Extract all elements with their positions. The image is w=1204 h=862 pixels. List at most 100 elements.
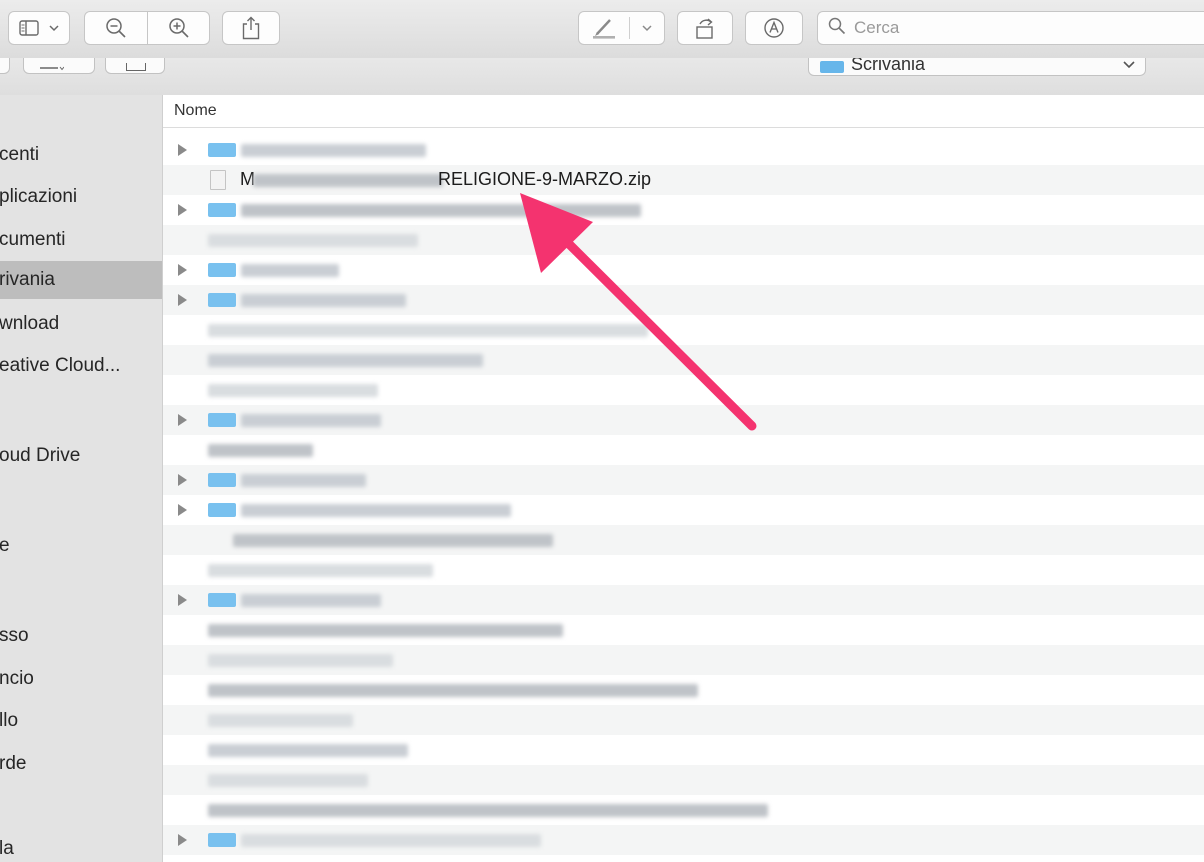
list-item[interactable] xyxy=(163,585,1204,615)
sidebar: centi plicazioni cumenti rivania wnload … xyxy=(0,95,163,862)
list-item-zip[interactable]: M RELIGIONE-9-MARZO.zip xyxy=(163,165,1204,195)
file-list: Nome M RELIGIONE-9-MARZO.zip xyxy=(163,95,1204,862)
sidebar-item-label: rivania xyxy=(0,269,55,290)
list-item[interactable] xyxy=(163,315,1204,345)
redacted-name xyxy=(208,804,768,817)
disclosure-triangle-icon[interactable] xyxy=(178,414,187,426)
zoom-in-icon xyxy=(168,17,190,39)
redacted-name xyxy=(208,774,368,787)
view-options-button[interactable] xyxy=(0,58,10,74)
disclosure-triangle-icon[interactable] xyxy=(178,144,187,156)
markup-button[interactable] xyxy=(745,11,803,45)
zoom-out-icon xyxy=(105,17,127,39)
list-item[interactable] xyxy=(163,645,1204,675)
list-item[interactable] xyxy=(163,435,1204,465)
rotate-button[interactable] xyxy=(677,11,733,45)
group-button[interactable] xyxy=(23,58,95,74)
disclosure-triangle-icon[interactable] xyxy=(178,504,187,516)
redacted-name xyxy=(208,564,433,577)
list-item[interactable] xyxy=(163,615,1204,645)
redacted-name xyxy=(241,204,641,217)
chevron-down-icon xyxy=(642,24,652,32)
list-icon xyxy=(40,61,65,79)
list-item[interactable] xyxy=(163,405,1204,435)
list-item[interactable] xyxy=(163,345,1204,375)
sidebar-item-applicazioni[interactable]: plicazioni xyxy=(0,178,162,216)
list-item[interactable] xyxy=(163,795,1204,825)
location-label: Scrivania xyxy=(851,58,926,74)
list-item[interactable] xyxy=(163,525,1204,555)
list-item[interactable] xyxy=(163,555,1204,585)
highlighter-icon xyxy=(591,17,617,39)
markup-icon xyxy=(763,17,785,39)
list-item[interactable] xyxy=(163,735,1204,765)
redacted-name xyxy=(208,354,483,367)
column-header-name[interactable]: Nome xyxy=(163,95,1204,128)
sidebar-item-creative-cloud[interactable]: eative Cloud... xyxy=(0,347,162,385)
folder-icon xyxy=(208,473,236,487)
list-item[interactable] xyxy=(163,465,1204,495)
sidebar-item-tag[interactable]: llo xyxy=(0,702,162,740)
redacted-name xyxy=(208,324,648,337)
location-popup[interactable]: Scrivania xyxy=(808,58,1146,76)
action-button[interactable] xyxy=(105,58,165,74)
sidebar-item-label: sso xyxy=(0,625,29,646)
redacted-name xyxy=(233,534,553,547)
sidebar-item-download[interactable]: wnload xyxy=(0,305,162,343)
sidebar-item-scrivania[interactable]: rivania xyxy=(0,261,162,299)
redacted-name xyxy=(208,234,418,247)
disclosure-triangle-icon[interactable] xyxy=(178,294,187,306)
sidebar-item-label: centi xyxy=(0,144,40,165)
sidebar-item-label: rde xyxy=(0,753,27,774)
disclosure-triangle-icon[interactable] xyxy=(178,264,187,276)
toolbar xyxy=(0,0,1204,59)
highlight-button[interactable] xyxy=(578,11,665,45)
sidebar-item-documenti[interactable]: cumenti xyxy=(0,221,162,259)
list-item[interactable] xyxy=(163,705,1204,735)
redacted-name xyxy=(241,594,381,607)
list-item[interactable] xyxy=(163,225,1204,255)
sidebar-item-label: oud Drive xyxy=(0,445,81,466)
share-button[interactable] xyxy=(222,11,280,45)
sidebar-icon xyxy=(19,20,39,36)
redacted-name xyxy=(208,444,313,457)
sidebar-item-recenti[interactable]: centi xyxy=(0,136,162,174)
folder-icon xyxy=(820,61,844,73)
list-item[interactable] xyxy=(163,135,1204,165)
sidebar-item-tag[interactable]: la xyxy=(0,830,162,862)
list-item[interactable] xyxy=(163,495,1204,525)
redacted-name xyxy=(241,474,366,487)
sidebar-item-label: llo xyxy=(0,710,19,731)
redacted-name xyxy=(241,414,381,427)
finder-toolbar-strip: Scrivania xyxy=(0,58,1204,96)
folder-icon xyxy=(208,593,236,607)
search-field[interactable] xyxy=(817,11,1204,45)
sidebar-item-tag[interactable]: ncio xyxy=(0,660,162,698)
sidebar-item-tag[interactable]: rde xyxy=(0,745,162,783)
sidebar-item-label: plicazioni xyxy=(0,186,78,207)
search-input[interactable] xyxy=(852,17,1196,39)
disclosure-triangle-icon[interactable] xyxy=(178,834,187,846)
disclosure-triangle-icon[interactable] xyxy=(178,474,187,486)
sidebar-toggle-button[interactable] xyxy=(8,11,70,45)
list-item[interactable] xyxy=(163,255,1204,285)
list-item[interactable] xyxy=(163,375,1204,405)
sidebar-item-label: e xyxy=(0,535,10,556)
list-item[interactable] xyxy=(163,195,1204,225)
tag-icon xyxy=(126,63,146,71)
zoom-in-button[interactable] xyxy=(147,11,210,45)
sidebar-item-tag[interactable]: sso xyxy=(0,617,162,655)
sidebar-item-label: ncio xyxy=(0,668,34,689)
disclosure-triangle-icon[interactable] xyxy=(178,594,187,606)
sidebar-item-icloud-drive[interactable]: oud Drive xyxy=(0,437,162,475)
disclosure-triangle-icon[interactable] xyxy=(178,204,187,216)
sidebar-item-location[interactable]: e xyxy=(0,527,162,565)
zoom-out-button[interactable] xyxy=(84,11,148,45)
list-item[interactable] xyxy=(163,675,1204,705)
redacted-name xyxy=(208,624,563,637)
redacted-name xyxy=(241,834,541,847)
list-item[interactable] xyxy=(163,825,1204,855)
folder-icon xyxy=(208,293,236,307)
list-item[interactable] xyxy=(163,285,1204,315)
list-item[interactable] xyxy=(163,765,1204,795)
